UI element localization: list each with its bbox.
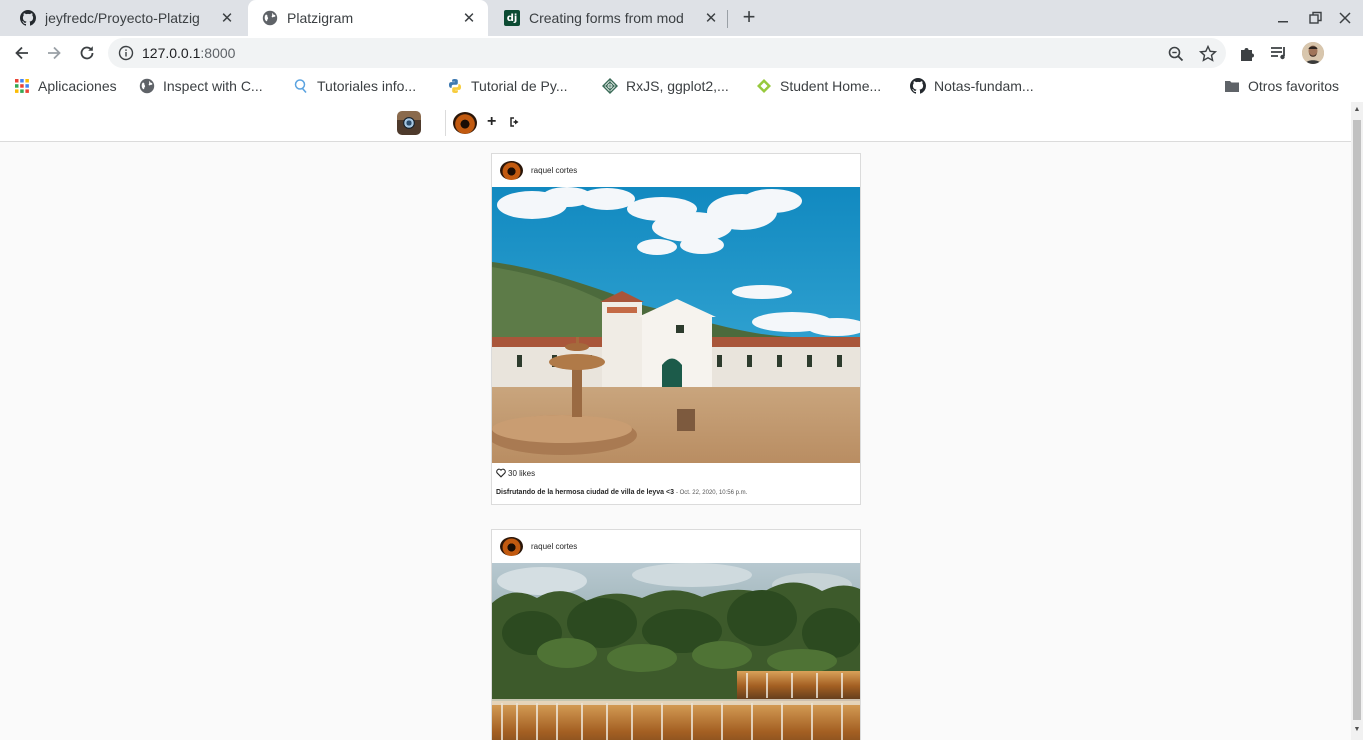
bookmarks-bar: Aplicaciones Inspect with C... Tutoriale… [0, 70, 1363, 102]
bookmark-other-folder[interactable]: Otros favoritos [1224, 77, 1339, 95]
scrollbar-thumb[interactable] [1353, 120, 1361, 720]
scroll-down-arrow-icon[interactable]: ▼ [1353, 726, 1361, 734]
django-icon: dj [504, 10, 520, 26]
new-post-button[interactable]: + [487, 114, 496, 130]
bookmark-label: Tutorial de Py... [471, 78, 568, 94]
bookmark-label: RxJS, ggplot2,... [626, 78, 729, 94]
heart-icon[interactable] [496, 468, 506, 478]
close-tab-icon[interactable]: ✕ [218, 9, 236, 27]
bookmark-student-home[interactable]: Student Home... [756, 77, 881, 95]
zoom-icon[interactable] [1166, 44, 1186, 64]
bookmark-label: Student Home... [780, 78, 882, 94]
star-bookmark-icon[interactable] [1198, 44, 1218, 64]
bookmark-python[interactable]: Tutorial de Py... [447, 77, 567, 95]
app-navbar: + [0, 102, 1351, 142]
post-username[interactable]: raquel cortes [531, 166, 577, 175]
reload-button[interactable] [75, 41, 99, 65]
tab-title: jeyfredc/Proyecto-Platzig [45, 10, 200, 26]
new-tab-button[interactable]: + [738, 6, 760, 29]
likes-row: 30 likes [496, 468, 535, 478]
bookmark-inspect[interactable]: Inspect with C... [139, 77, 263, 95]
bookmark-label: Otros favoritos [1248, 78, 1340, 94]
post-date: Oct. 22, 2020, 10:56 p.m. [679, 490, 748, 496]
post-card: raquel cortes [491, 529, 861, 740]
folder-icon [1225, 81, 1239, 92]
post-photo[interactable] [492, 187, 860, 463]
minimize-window-icon[interactable] [1273, 8, 1293, 28]
github-icon [20, 10, 36, 26]
scroll-up-arrow-icon[interactable]: ▲ [1353, 106, 1361, 114]
bookmark-label: Notas-fundam... [934, 78, 1034, 94]
bookmark-label: Inspect with C... [163, 78, 263, 94]
page-viewport: + raquel cortes 30 likes Disfrutando de … [0, 102, 1351, 740]
waterfall-photo [492, 563, 860, 740]
instagram-logo-icon[interactable] [397, 111, 421, 135]
person-photo-icon [1302, 42, 1324, 64]
restore-window-icon[interactable] [1305, 8, 1325, 28]
villa-de-leyva-photo [492, 187, 860, 463]
bookmark-notas[interactable]: Notas-fundam... [910, 77, 1034, 95]
post-header: raquel cortes [492, 530, 860, 563]
likes-count: 30 likes [508, 468, 536, 478]
diamond-icon [602, 78, 618, 94]
arrow-left-icon [15, 46, 28, 60]
apps-grid-icon [15, 79, 29, 93]
post-header: raquel cortes [492, 154, 860, 187]
caption-text: Disfrutando de la hermosa ciudad de vill… [496, 489, 674, 496]
tab-title: Platzigram [287, 10, 354, 26]
github-icon [910, 78, 926, 94]
post-avatar[interactable] [500, 537, 523, 556]
globe-icon [139, 78, 155, 94]
bookmark-tutoriales[interactable]: Tutoriales info... [293, 77, 416, 95]
post-caption: Disfrutando de la hermosa ciudad de vill… [496, 489, 748, 496]
media-playlist-icon[interactable] [1268, 42, 1290, 64]
tab-strip: jeyfredc/Proyecto-Platzig ✕ Platzigram ✕… [0, 0, 1363, 36]
tab-platzigram[interactable]: Platzigram ✕ [248, 0, 488, 36]
globe-icon [262, 10, 278, 26]
bookmark-label: Aplicaciones [38, 78, 117, 94]
close-window-icon[interactable] [1335, 8, 1355, 28]
forward-button[interactable] [42, 41, 66, 65]
tab-title: Creating forms from mod [529, 10, 684, 26]
close-tab-icon[interactable]: ✕ [460, 9, 478, 27]
post-username[interactable]: raquel cortes [531, 542, 577, 551]
search-bulb-icon [294, 79, 307, 94]
page-scrollbar[interactable]: ▲ ▼ [1351, 102, 1363, 740]
post-photo[interactable] [492, 563, 860, 740]
bookmark-rxjs[interactable]: RxJS, ggplot2,... [602, 77, 729, 95]
bookmark-label: Tutoriales info... [317, 78, 417, 94]
leaf-icon [757, 79, 771, 93]
logout-icon[interactable] [509, 116, 521, 128]
python-icon [449, 79, 461, 93]
nav-divider [445, 110, 446, 136]
browser-toolbar: 127.0.0.1:8000 [0, 36, 1363, 70]
bookmark-apps[interactable]: Aplicaciones [14, 77, 117, 95]
post-card: raquel cortes [491, 153, 861, 505]
tab-django-forms[interactable]: dj Creating forms from mod ✕ [490, 0, 730, 36]
tab-github[interactable]: jeyfredc/Proyecto-Platzig ✕ [6, 0, 246, 36]
back-button[interactable] [10, 41, 34, 65]
url-text: 127.0.0.1:8000 [142, 45, 236, 61]
address-bar[interactable]: 127.0.0.1:8000 [108, 38, 1226, 68]
user-avatar[interactable] [453, 112, 477, 134]
reload-icon [80, 46, 94, 60]
post-footer: 30 likes Disfrutando de la hermosa ciuda… [492, 463, 860, 504]
profile-avatar[interactable] [1302, 42, 1324, 64]
info-icon[interactable] [118, 45, 134, 61]
close-tab-icon[interactable]: ✕ [702, 9, 720, 27]
tab-separator [727, 10, 728, 28]
post-avatar[interactable] [500, 161, 523, 180]
extensions-puzzle-icon[interactable] [1237, 42, 1259, 64]
arrow-right-icon [48, 46, 61, 60]
